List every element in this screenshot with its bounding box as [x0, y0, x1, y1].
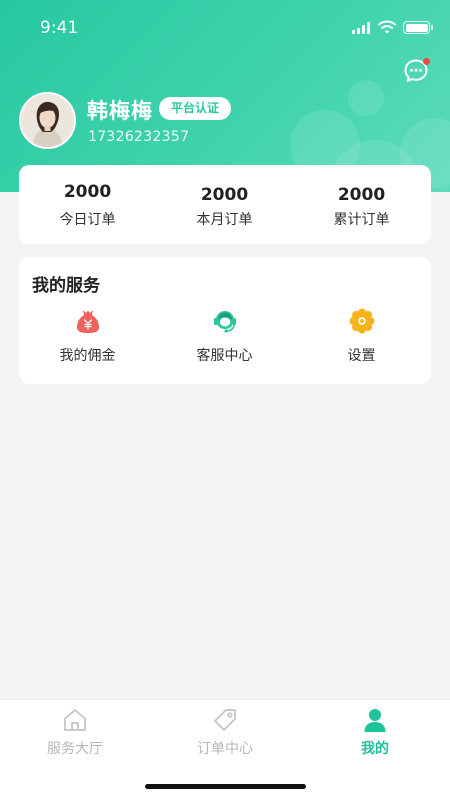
status-bar: 9:41	[0, 0, 450, 56]
service-customer-center[interactable]: 客服中心	[156, 307, 293, 373]
unread-dot	[423, 58, 430, 65]
signal-icon	[352, 22, 372, 34]
user-phone: 17326232357	[88, 129, 190, 145]
stat-value: 2000	[63, 182, 112, 202]
service-label: 客服中心	[196, 348, 253, 364]
wifi-icon	[378, 20, 396, 34]
stat-value: 2000	[200, 185, 249, 205]
tab-mine[interactable]: 我的	[300, 700, 450, 766]
service-label: 设置	[347, 348, 376, 364]
my-services-card: 我的服务 我的佣金 客服中心 设置	[19, 257, 431, 384]
tag-icon	[214, 709, 236, 731]
stat-label: 今日订单	[59, 212, 116, 228]
stat-month[interactable]: 2000 本月订单	[156, 165, 293, 244]
service-label: 我的佣金	[59, 348, 116, 364]
verified-badge: 平台认证	[159, 97, 232, 120]
headset-icon	[214, 311, 236, 333]
message-button[interactable]	[403, 58, 430, 84]
header-decoration	[348, 80, 384, 116]
tab-service-hall[interactable]: 服务大厅	[0, 700, 150, 766]
stat-label: 累计订单	[333, 212, 390, 228]
home-indicator	[145, 784, 306, 789]
service-commission[interactable]: 我的佣金	[19, 307, 156, 373]
stat-total[interactable]: 2000 累计订单	[293, 165, 430, 244]
avatar-photo	[21, 94, 74, 147]
stat-value: 2000	[337, 185, 386, 205]
battery-icon	[403, 21, 433, 34]
gear-icon	[349, 308, 375, 334]
tab-label: 订单中心	[197, 741, 253, 757]
tab-order-center[interactable]: 订单中心	[150, 700, 300, 766]
avatar[interactable]	[19, 92, 76, 149]
order-stats-card: 2000 今日订单 2000 本月订单 2000 累计订单	[19, 165, 431, 244]
tab-label: 服务大厅	[47, 741, 103, 757]
money-bag-icon	[77, 310, 99, 333]
user-name: 韩梅梅	[87, 99, 153, 123]
profile-header: 9:41 韩梅梅 平台认证 17326232357	[0, 0, 450, 192]
service-settings[interactable]: 设置	[293, 307, 430, 373]
home-icon	[64, 709, 86, 731]
tab-label: 我的	[361, 741, 389, 757]
stat-today[interactable]: 2000 今日订单	[19, 165, 156, 244]
user-icon	[364, 709, 386, 732]
status-time: 9:41	[40, 18, 79, 38]
services-title: 我的服务	[32, 276, 100, 296]
stat-label: 本月订单	[196, 212, 253, 228]
